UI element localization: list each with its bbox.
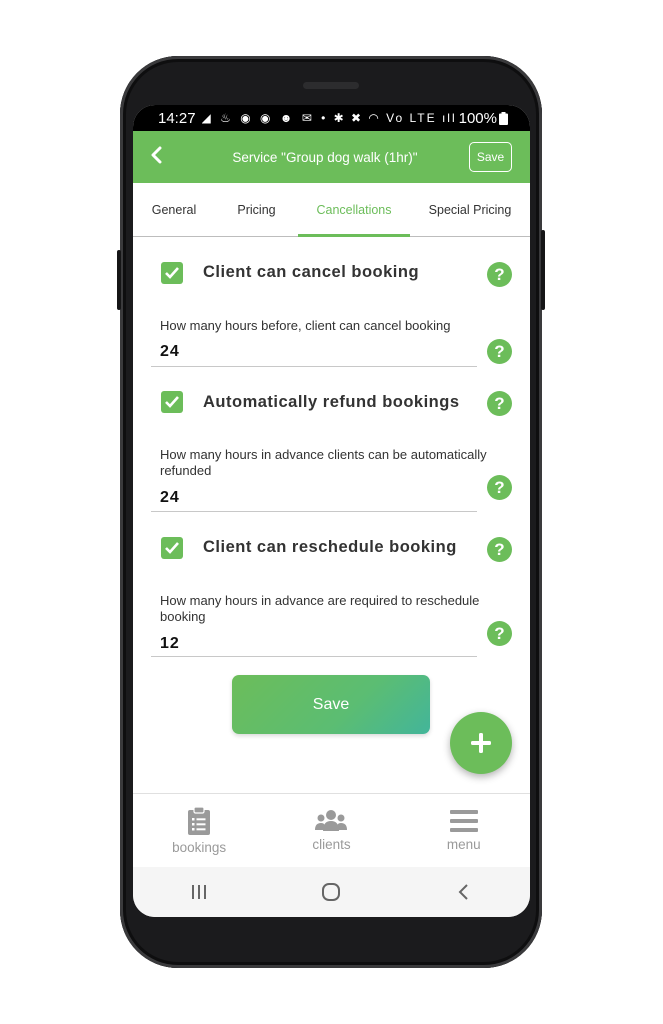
phone-power-button <box>541 230 545 310</box>
cancel-booking-help-icon[interactable]: ? <box>487 262 512 287</box>
page-title: Service "Group dog walk (1hr)" <box>232 149 418 165</box>
refund-hours-underline <box>151 511 477 512</box>
recent-apps-icon <box>192 885 207 899</box>
battery-level: 100% <box>458 109 497 127</box>
chevron-left-icon <box>151 146 162 164</box>
add-fab-button[interactable] <box>450 712 512 774</box>
system-navigation-bar <box>133 867 530 917</box>
cancel-booking-label: Client can cancel booking <box>203 263 420 281</box>
reschedule-hours-underline <box>151 656 477 657</box>
nav-menu[interactable]: menu <box>398 794 530 867</box>
auto-refund-label: Automatically refund bookings <box>203 393 460 411</box>
tab-bar: General Pricing Cancellations Special Pr… <box>133 183 530 237</box>
status-notification-icons: ◢ ♨ ◉ ◉ ☻ ✉ • <box>201 111 329 125</box>
nav-menu-label: menu <box>446 837 481 852</box>
nav-bookings-label: bookings <box>172 840 227 855</box>
checkmark-icon <box>165 267 179 279</box>
reschedule-booking-help-icon[interactable]: ? <box>487 537 512 562</box>
cancel-hours-label: How many hours before, client can cancel… <box>160 318 451 333</box>
clipboard-icon <box>188 806 211 835</box>
bottom-navigation: bookings clients menu <box>133 793 530 867</box>
nav-clients-label: clients <box>312 837 351 852</box>
home-button[interactable] <box>265 882 397 902</box>
checkmark-icon <box>165 396 179 408</box>
home-icon <box>322 883 341 901</box>
reschedule-hours-help-icon[interactable]: ? <box>487 621 512 646</box>
refund-hours-label: How many hours in advance clients can be… <box>160 447 487 478</box>
battery-icon <box>499 111 508 125</box>
users-icon <box>315 810 348 831</box>
header-save-button[interactable]: Save <box>469 142 512 172</box>
cancel-hours-underline <box>151 366 477 367</box>
app-header: Service "Group dog walk (1hr)" Save <box>133 131 530 183</box>
system-back-button[interactable] <box>398 883 530 901</box>
nav-bookings[interactable]: bookings <box>133 794 265 867</box>
tab-cancellations[interactable]: Cancellations <box>298 183 410 237</box>
cancel-booking-checkbox[interactable] <box>161 262 183 284</box>
app-screen: 14:27 ◢ ♨ ◉ ◉ ☻ ✉ • ✱ ✖ ◠ Vo LTE ıll 100… <box>133 105 530 917</box>
phone-volume-button <box>117 250 121 310</box>
reschedule-hours-label: How many hours in advance are required t… <box>160 593 480 624</box>
refund-hours-help-icon[interactable]: ? <box>487 475 512 500</box>
status-bar: 14:27 ◢ ♨ ◉ ◉ ☻ ✉ • ✱ ✖ ◠ Vo LTE ıll 100… <box>133 105 530 131</box>
checkmark-icon <box>165 542 179 554</box>
tab-general[interactable]: General <box>133 183 215 236</box>
reschedule-hours-input[interactable]: 12 <box>160 635 180 653</box>
tab-special-pricing[interactable]: Special Pricing <box>410 183 530 236</box>
cancel-hours-help-icon[interactable]: ? <box>487 339 512 364</box>
status-time: 14:27 <box>158 109 196 127</box>
reschedule-booking-checkbox[interactable] <box>161 537 183 559</box>
auto-refund-checkbox[interactable] <box>161 391 183 413</box>
auto-refund-help-icon[interactable]: ? <box>487 391 512 416</box>
plus-icon <box>471 733 491 753</box>
back-button[interactable] <box>133 143 181 171</box>
tab-pricing[interactable]: Pricing <box>215 183 298 236</box>
save-button[interactable]: Save <box>232 675 430 734</box>
back-arrow-icon <box>458 884 468 900</box>
cancel-hours-input[interactable]: 24 <box>160 343 180 361</box>
status-system-icons: ✱ ✖ ◠ Vo LTE ıll <box>333 111 457 125</box>
recent-apps-button[interactable] <box>133 883 265 901</box>
phone-speaker <box>303 82 359 89</box>
refund-hours-input[interactable]: 24 <box>160 489 180 507</box>
hamburger-menu-icon <box>449 810 478 832</box>
reschedule-booking-label: Client can reschedule booking <box>203 538 457 556</box>
nav-clients[interactable]: clients <box>265 794 397 867</box>
